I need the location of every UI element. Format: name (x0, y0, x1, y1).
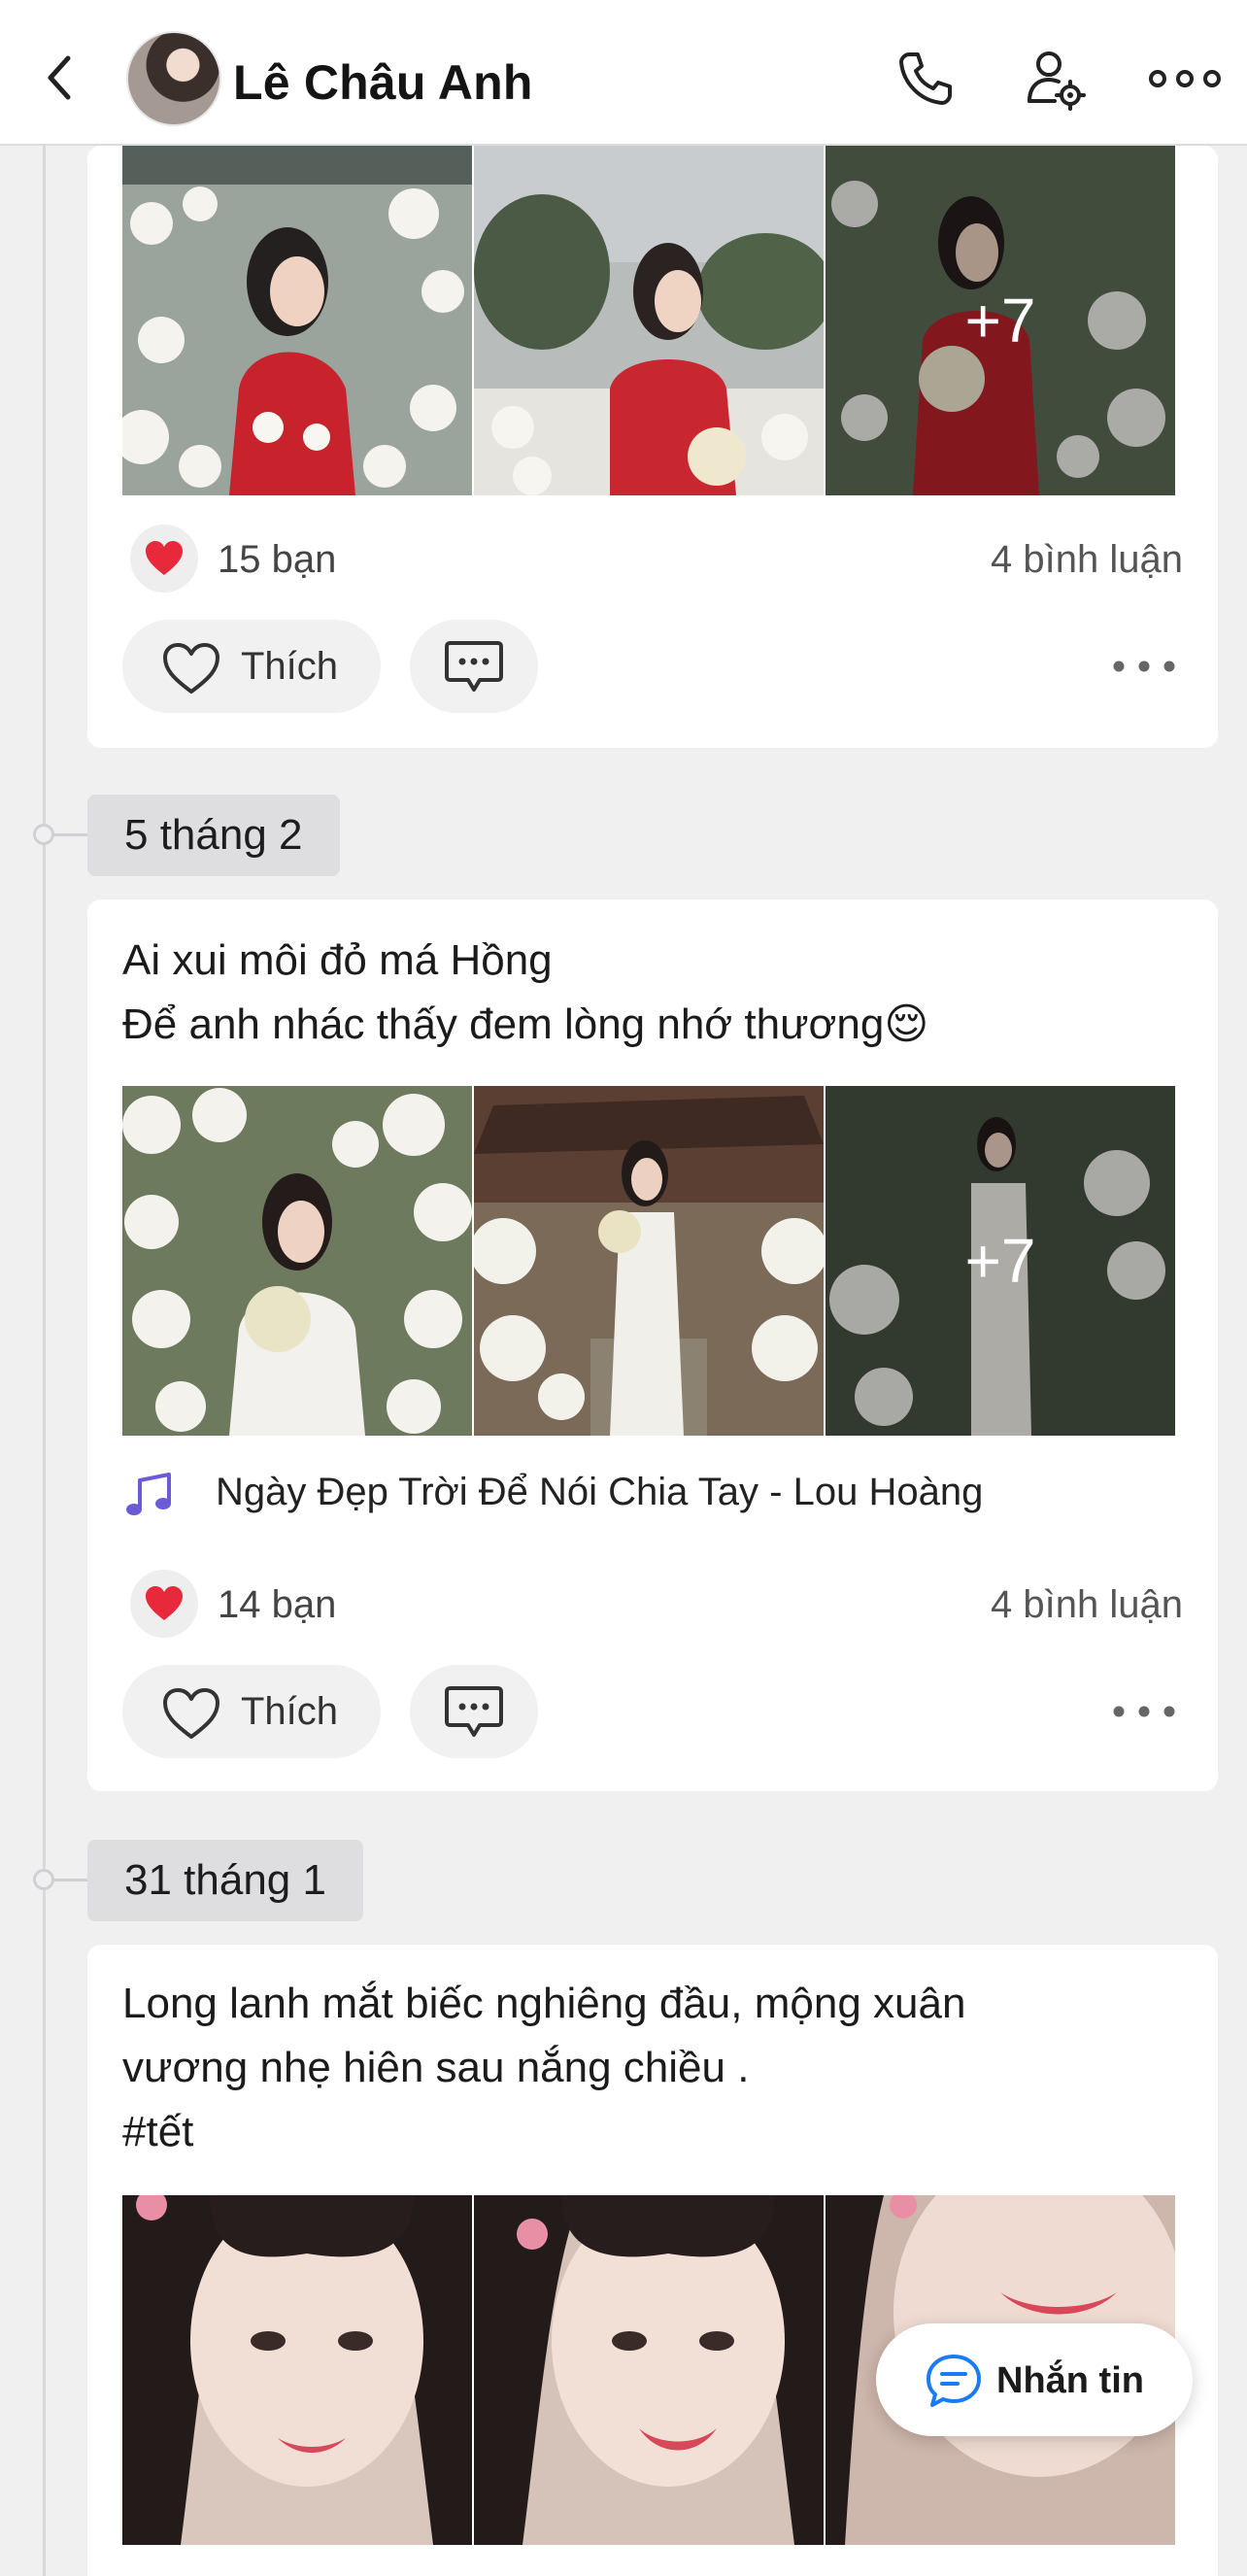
more-photos-count: +7 (826, 146, 1175, 495)
post-photo[interactable] (122, 146, 472, 495)
chat-bubble-icon (927, 2355, 981, 2407)
post-actions: Thích (122, 620, 1183, 713)
more-dots-icon[interactable] (1146, 45, 1221, 113)
date-label: 5 tháng 2 (87, 795, 340, 876)
timeline-node (33, 824, 54, 845)
post-photo[interactable] (474, 1086, 824, 1436)
heart-icon (130, 525, 198, 593)
caption-line: vương nhẹ hiên sau nắng chiều . (122, 2044, 750, 2091)
comment-icon (445, 641, 503, 692)
reaction-count: 14 bạn (218, 1583, 337, 1626)
post-photo[interactable] (474, 146, 824, 495)
back-chevron-icon[interactable] (35, 49, 84, 107)
like-button[interactable]: Thích (122, 620, 381, 713)
heart-icon (130, 1570, 198, 1638)
post-photo-more[interactable]: +7 (826, 1086, 1175, 1436)
post-photo[interactable] (122, 1086, 472, 1436)
message-button-label: Nhắn tin (996, 2360, 1144, 2401)
post-options-icon[interactable] (1105, 1690, 1183, 1733)
comment-count[interactable]: 4 bình luận (991, 1583, 1183, 1627)
music-attachment[interactable]: Ngày Đẹp Trời Để Nói Chia Tay - Lou Hoàn… (122, 1467, 1183, 1525)
caption-line: Ai xui môi đỏ má Hồng (122, 936, 553, 984)
avatar[interactable] (126, 31, 221, 126)
timeline-line (43, 146, 46, 2576)
post-caption: Long lanh mắt biếc nghiêng đầu, mộng xuâ… (122, 1972, 965, 2164)
timeline-node (33, 1869, 54, 1890)
post-photo[interactable] (474, 2195, 824, 2545)
more-photos-count: +7 (826, 1086, 1175, 1436)
top-bar: Lê Châu Anh (0, 0, 1247, 146)
post-photo-more[interactable]: +7 (826, 146, 1175, 495)
date-label: 31 tháng 1 (87, 1840, 363, 1921)
reaction-count: 15 bạn (218, 538, 337, 581)
post-card-2: Ai xui môi đỏ má Hồng Để anh nhác thấy đ… (87, 899, 1218, 1791)
post-photo[interactable] (122, 2195, 472, 2545)
post-card-3: Long lanh mắt biếc nghiêng đầu, mộng xuâ… (87, 1945, 1218, 2576)
comment-button[interactable] (410, 1665, 538, 1758)
comment-count[interactable]: 4 bình luận (991, 538, 1183, 582)
caption-line: Long lanh mắt biếc nghiêng đầu, mộng xuâ… (122, 1980, 966, 2027)
like-label: Thích (241, 645, 339, 688)
comment-button[interactable] (410, 620, 538, 713)
like-label: Thích (241, 1690, 339, 1733)
comment-icon (445, 1686, 503, 1737)
reaction-summary[interactable]: 15 bạn 4 bình luận (122, 525, 1183, 593)
post-card-1: +7 15 bạn 4 bình luận Thích (87, 146, 1218, 748)
message-button[interactable]: Nhắn tin (876, 2323, 1193, 2436)
heart-outline-icon (163, 1688, 219, 1739)
like-button[interactable]: Thích (122, 1665, 381, 1758)
post-actions: Thích (122, 1665, 1183, 1758)
phone-icon[interactable] (892, 45, 960, 113)
user-settings-icon[interactable] (1020, 45, 1088, 113)
heart-outline-icon (163, 643, 219, 694)
music-title: Ngày Đẹp Trời Để Nói Chia Tay - Lou Hoàn… (216, 1471, 984, 1513)
post-caption: Ai xui môi đỏ má Hồng Để anh nhác thấy đ… (122, 929, 928, 1057)
post-options-icon[interactable] (1105, 645, 1183, 688)
reaction-summary[interactable]: 14 bạn 4 bình luận (122, 1570, 1183, 1638)
profile-name[interactable]: Lê Châu Anh (233, 54, 533, 111)
timeline-connector (52, 833, 87, 836)
caption-line: Để anh nhác thấy đem lòng nhớ thương😌 (122, 1000, 929, 1048)
music-note-icon (126, 1473, 171, 1515)
profile-timeline-page: Lê Châu Anh +7 15 bạn 4 bình luận Thích … (0, 0, 1247, 2576)
timeline-connector (52, 1879, 87, 1881)
caption-hashtag[interactable]: #tết (122, 2100, 965, 2164)
